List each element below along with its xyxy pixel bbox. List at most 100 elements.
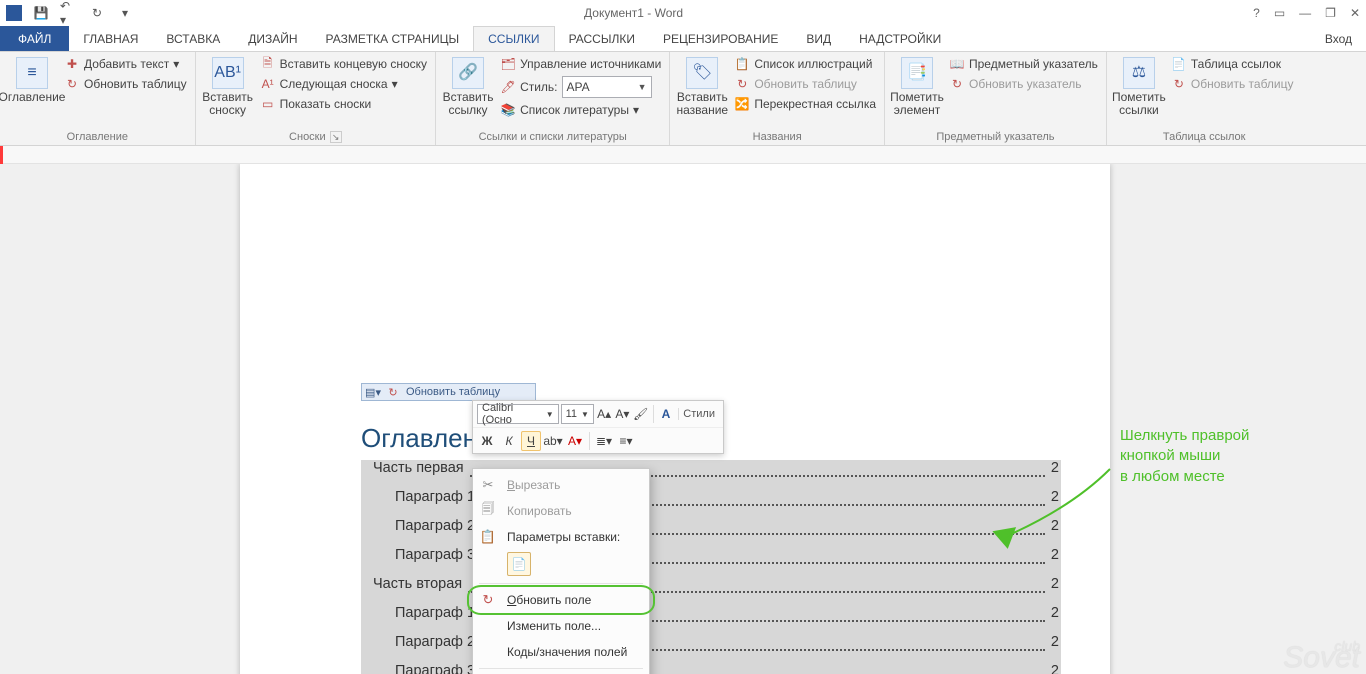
- list-figures-button[interactable]: 📋Список иллюстраций: [732, 55, 878, 73]
- toc-entry-page: 2: [1051, 605, 1061, 621]
- toc-entry[interactable]: Параграф 22: [361, 518, 1061, 547]
- mark-entry-button[interactable]: 📑 Пометить элемент: [891, 55, 943, 119]
- font-color-button[interactable]: A▾: [565, 431, 585, 451]
- toc-entry[interactable]: Параграф 32: [361, 663, 1061, 674]
- format-painter-button[interactable]: 🖌: [633, 404, 649, 424]
- word-app-icon: [6, 5, 22, 21]
- group-authorities: ⚖ Пометить ссылки 📄Таблица ссылок ↻Обнов…: [1107, 52, 1302, 145]
- insert-index-button[interactable]: 📖Предметный указатель: [947, 55, 1100, 73]
- insert-toa-button[interactable]: 📄Таблица ссылок: [1169, 55, 1296, 73]
- styles-button[interactable]: A: [658, 404, 675, 424]
- bullets-button[interactable]: ≣▾: [594, 431, 614, 451]
- tab-insert[interactable]: ВСТАВКА: [152, 26, 234, 51]
- tab-view[interactable]: ВИД: [792, 26, 845, 51]
- annotation-text: Шелкнуть праврой кнопкой мыши в любом ме…: [1120, 426, 1249, 487]
- group-citations-label: Ссылки и списки литературы: [442, 129, 663, 145]
- ribbon-references: ≡ Оглавление ✚Добавить текст ▾ ↻Обновить…: [0, 52, 1366, 146]
- toc-entry-text: Параграф 1: [395, 489, 475, 505]
- toc-field-update-label[interactable]: Обновить таблицу: [406, 386, 500, 398]
- tab-addins[interactable]: НАДСТРОЙКИ: [845, 26, 955, 51]
- insert-caption-button[interactable]: 🏷 Вставить название: [676, 55, 728, 119]
- group-captions: 🏷 Вставить название 📋Список иллюстраций …: [670, 52, 885, 145]
- insert-endnote-button[interactable]: 🗎Вставить концевую сноску: [258, 55, 429, 73]
- ctx-copy[interactable]: 🗐Копировать: [473, 498, 649, 524]
- redo-button[interactable]: ↻: [88, 4, 106, 22]
- ctx-edit-field[interactable]: Изменить поле...: [473, 613, 649, 639]
- tab-file[interactable]: ФАЙЛ: [0, 26, 69, 51]
- toc-field-menu-icon[interactable]: ▤▾: [366, 385, 380, 399]
- font-name-select[interactable]: Calibri (Осно▼: [477, 404, 559, 424]
- toc-entry-page: 2: [1051, 663, 1061, 674]
- toc-button[interactable]: ≡ Оглавление: [6, 55, 58, 106]
- shrink-font-button[interactable]: A▾: [614, 404, 630, 424]
- tab-design[interactable]: ДИЗАЙН: [234, 26, 311, 51]
- tab-review[interactable]: РЕЦЕНЗИРОВАНИЕ: [649, 26, 792, 51]
- update-index-icon: ↻: [949, 76, 965, 92]
- undo-button[interactable]: ↶ ▾: [60, 4, 78, 22]
- bibliography-button[interactable]: 📚Список литературы ▾: [498, 101, 663, 119]
- update-field-icon: ↻: [479, 591, 497, 609]
- toc-entry[interactable]: Параграф 32: [361, 547, 1061, 576]
- underline-button[interactable]: Ч: [521, 431, 541, 451]
- update-toc-button[interactable]: ↻Обновить таблицу: [62, 75, 189, 93]
- qat-customize[interactable]: ▾: [116, 4, 134, 22]
- toc-icon: ≡: [16, 57, 48, 89]
- toc-entry[interactable]: Часть первая2: [361, 460, 1061, 489]
- cross-reference-button[interactable]: 🔀Перекрестная ссылка: [732, 95, 878, 113]
- tab-page-layout[interactable]: РАЗМЕТКА СТРАНИЦЫ: [312, 26, 474, 51]
- update-toa-button[interactable]: ↻Обновить таблицу: [1169, 75, 1296, 93]
- save-button[interactable]: 💾: [32, 4, 50, 22]
- mark-entry-label: Пометить элемент: [890, 91, 944, 117]
- horizontal-ruler[interactable]: [0, 146, 1366, 164]
- toa-icon: 📄: [1171, 56, 1187, 72]
- toc-entry[interactable]: Часть вторая2: [361, 576, 1061, 605]
- mark-citation-button[interactable]: ⚖ Пометить ссылки: [1113, 55, 1165, 119]
- ctx-paste-header: 📋Параметры вставки:: [473, 524, 649, 550]
- help-icon[interactable]: ?: [1253, 6, 1260, 20]
- show-notes-button[interactable]: ▭Показать сноски: [258, 95, 429, 113]
- paste-header-icon: 📋: [479, 528, 497, 546]
- ctx-paste-options: 📄: [473, 550, 649, 580]
- tab-mailings[interactable]: РАССЫЛКИ: [555, 26, 649, 51]
- update-figures-button[interactable]: ↻Обновить таблицу: [732, 75, 878, 93]
- highlight-button[interactable]: ab▾: [543, 431, 563, 451]
- toc-entry-page: 2: [1051, 576, 1061, 592]
- ctx-update-field[interactable]: ↻Обновить поле: [473, 587, 649, 613]
- insert-citation-button[interactable]: 🔗 Вставить ссылку: [442, 55, 494, 119]
- next-footnote-button[interactable]: A¹Следующая сноска ▾: [258, 75, 429, 93]
- update-index-button[interactable]: ↻Обновить указатель: [947, 75, 1100, 93]
- tab-references[interactable]: ССЫЛКИ: [473, 26, 554, 51]
- add-text-button[interactable]: ✚Добавить текст ▾: [62, 55, 189, 73]
- ctx-toggle-field-codes[interactable]: Коды/значения полей: [473, 639, 649, 665]
- toc-entry[interactable]: Параграф 22: [361, 634, 1061, 663]
- toc-entry[interactable]: Параграф 12: [361, 605, 1061, 634]
- bold-button[interactable]: Ж: [477, 431, 497, 451]
- ribbon-display-options-icon[interactable]: ▭: [1274, 6, 1285, 20]
- cut-icon: ✂: [479, 476, 497, 494]
- tab-home[interactable]: ГЛАВНАЯ: [69, 26, 152, 51]
- manage-sources-button[interactable]: 🗂Управление источниками: [498, 55, 663, 73]
- next-footnote-icon: A¹: [260, 76, 276, 92]
- numbering-button[interactable]: ≡▾: [616, 431, 636, 451]
- citation-style-select[interactable]: APA▼: [562, 76, 652, 98]
- font-size-select[interactable]: 11▼: [561, 404, 594, 424]
- maximize-icon[interactable]: ❐: [1325, 6, 1336, 20]
- endnote-icon: 🗎: [260, 56, 276, 72]
- group-citations: 🔗 Вставить ссылку 🗂Управление источникам…: [436, 52, 670, 145]
- toc-field-toolbar[interactable]: ▤▾ ↻ Обновить таблицу: [361, 383, 536, 401]
- insert-footnote-button[interactable]: AB¹ Вставить сноску: [202, 55, 254, 119]
- minimize-icon[interactable]: —: [1299, 6, 1311, 20]
- manage-sources-icon: 🗂: [500, 56, 516, 72]
- insert-caption-label: Вставить название: [677, 91, 729, 117]
- toc-entry[interactable]: Параграф 12: [361, 489, 1061, 518]
- ctx-cut[interactable]: ✂Вырезать: [473, 472, 649, 498]
- italic-button[interactable]: К: [499, 431, 519, 451]
- paste-option-keep-text[interactable]: 📄: [507, 552, 531, 576]
- sign-in-link[interactable]: Вход: [1311, 26, 1366, 51]
- quick-access-toolbar: 💾 ↶ ▾ ↻ ▾ Документ1 - Word ? ▭ — ❐ ✕: [0, 0, 1366, 26]
- grow-font-button[interactable]: A▴: [596, 404, 612, 424]
- footnotes-dialog-launcher[interactable]: ↘: [330, 131, 342, 143]
- close-icon[interactable]: ✕: [1350, 6, 1360, 20]
- list-figures-icon: 📋: [734, 56, 750, 72]
- toc-field-update-icon[interactable]: ↻: [386, 385, 400, 399]
